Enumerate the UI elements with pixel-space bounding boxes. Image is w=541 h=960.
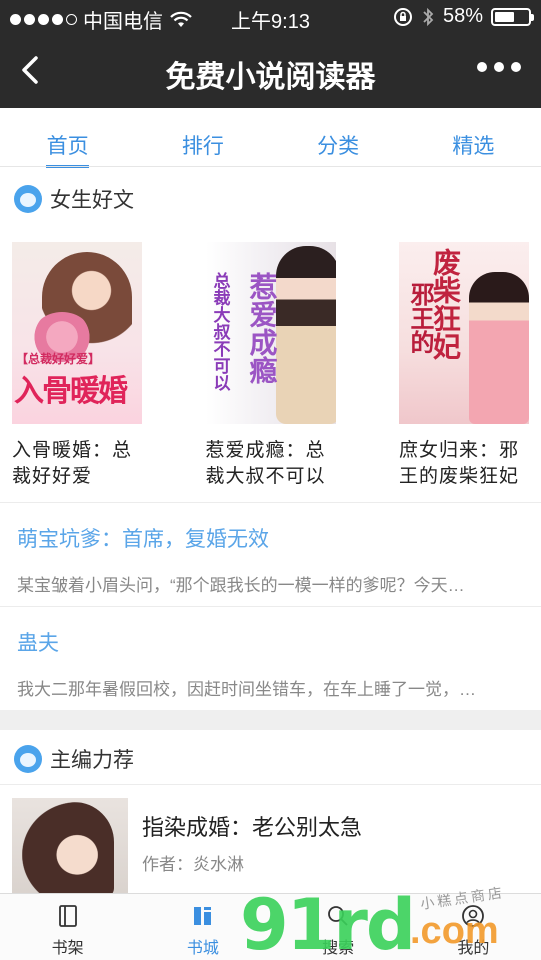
list-item[interactable]: 蛊夫 我大二那年暑假回校，因赶时间坐错车，在车上睡了一觉，… [0, 606, 541, 710]
top-tabs: 首页 排行 分类 精选 [0, 108, 541, 168]
battery-icon [491, 7, 534, 26]
tab-mine[interactable]: 我的 [406, 894, 541, 960]
book-card[interactable]: 【总裁好好爱】 入骨暖婚 入骨暖婚：总裁好好爱 [12, 242, 142, 490]
tab-search[interactable]: 搜索 [271, 894, 406, 960]
tab-featured[interactable]: 精选 [406, 108, 541, 166]
section-header-female: 女生好文 [0, 174, 541, 224]
cover-title: 惹爱成瘾 [245, 272, 279, 384]
bottom-tab-bar: 书架 书城 搜索 我的 [0, 893, 541, 960]
book-title[interactable]: 庶女归来：邪王的废柴狂妃 [399, 438, 534, 490]
section-title: 女生好文 [50, 189, 134, 212]
tab-bookstore[interactable]: 书城 [135, 894, 270, 960]
book-cover[interactable]: 废柴狂妃 邪王的 [399, 242, 529, 424]
bluetooth-icon [423, 7, 434, 26]
cover-subtitle: 【总裁好好爱】 [16, 352, 101, 366]
list-item-desc: 某宝皱着小眉头问，“那个跟我长的一模一样的爹呢？今天… [17, 576, 465, 595]
book-card[interactable]: 惹爱成瘾 总裁大叔不可以 惹爱成瘾：总裁大叔不可以 [205, 242, 336, 490]
tab-label: 搜索 [322, 940, 355, 957]
page-title: 免费小说阅读器 [165, 61, 376, 94]
book-author: 作者：炎水淋 [142, 855, 244, 874]
battery-percent: 58% [442, 5, 483, 27]
cover-title: 入骨暖婚 [14, 374, 128, 409]
cover-subtitle: 邪王的 [406, 282, 435, 354]
tab-label: 书城 [186, 940, 219, 957]
recommended-book[interactable]: 指染成婚：老公别太急 作者：炎水淋 [12, 798, 532, 898]
status-right: 58% [393, 5, 534, 28]
book-grid: 【总裁好好爱】 入骨暖婚 入骨暖婚：总裁好好爱 惹爱成瘾 总裁大叔不可以 惹爱成… [0, 242, 541, 490]
tab-bookshelf[interactable]: 书架 [0, 894, 135, 960]
list-item-title[interactable]: 萌宝坑爹：首席，复婚无效 [17, 523, 541, 553]
search-icon [328, 906, 348, 926]
tabs-divider [0, 166, 541, 167]
tab-ranking[interactable]: 排行 [135, 108, 270, 166]
section-header-editor: 主编力荐 [0, 734, 541, 784]
book-icon [58, 905, 77, 927]
tab-category[interactable]: 分类 [271, 108, 406, 166]
section-avatar-icon [14, 745, 42, 773]
tab-home[interactable]: 首页 [0, 108, 135, 168]
divider [0, 784, 541, 785]
book-title[interactable]: 入骨暖婚：总裁好好爱 [12, 438, 147, 490]
book-title[interactable]: 指染成婚：老公别太急 [142, 810, 362, 842]
book-cover[interactable] [12, 798, 128, 898]
book-card[interactable]: 废柴狂妃 邪王的 庶女归来：邪王的废柴狂妃 [399, 242, 529, 490]
cover-subtitle: 总裁大叔不可以 [209, 272, 230, 391]
status-bar: 中国电信 上午9:13 58% [0, 0, 541, 34]
book-cover[interactable]: 惹爱成瘾 总裁大叔不可以 [205, 242, 336, 424]
section-separator [0, 710, 541, 730]
list-item-desc: 我大二那年暑假回校，因赶时间坐错车，在车上睡了一觉，… [17, 680, 476, 699]
section-title: 主编力荐 [50, 749, 134, 772]
book-title[interactable]: 惹爱成瘾：总裁大叔不可以 [206, 438, 341, 490]
more-options-icon[interactable] [477, 62, 521, 72]
user-icon [462, 905, 485, 927]
section-avatar-icon [14, 185, 42, 213]
rotation-lock-icon [393, 7, 412, 26]
tab-label: 我的 [457, 940, 490, 957]
list-item-title[interactable]: 蛊夫 [17, 627, 541, 657]
store-icon [193, 907, 211, 925]
book-cover[interactable]: 【总裁好好爱】 入骨暖婚 [12, 242, 142, 424]
navigation-bar: 免费小说阅读器 [0, 34, 541, 108]
list-item[interactable]: 萌宝坑爹：首席，复婚无效 某宝皱着小眉头问，“那个跟我长的一模一样的爹呢？今天… [0, 502, 541, 606]
tab-label: 书架 [51, 940, 84, 957]
